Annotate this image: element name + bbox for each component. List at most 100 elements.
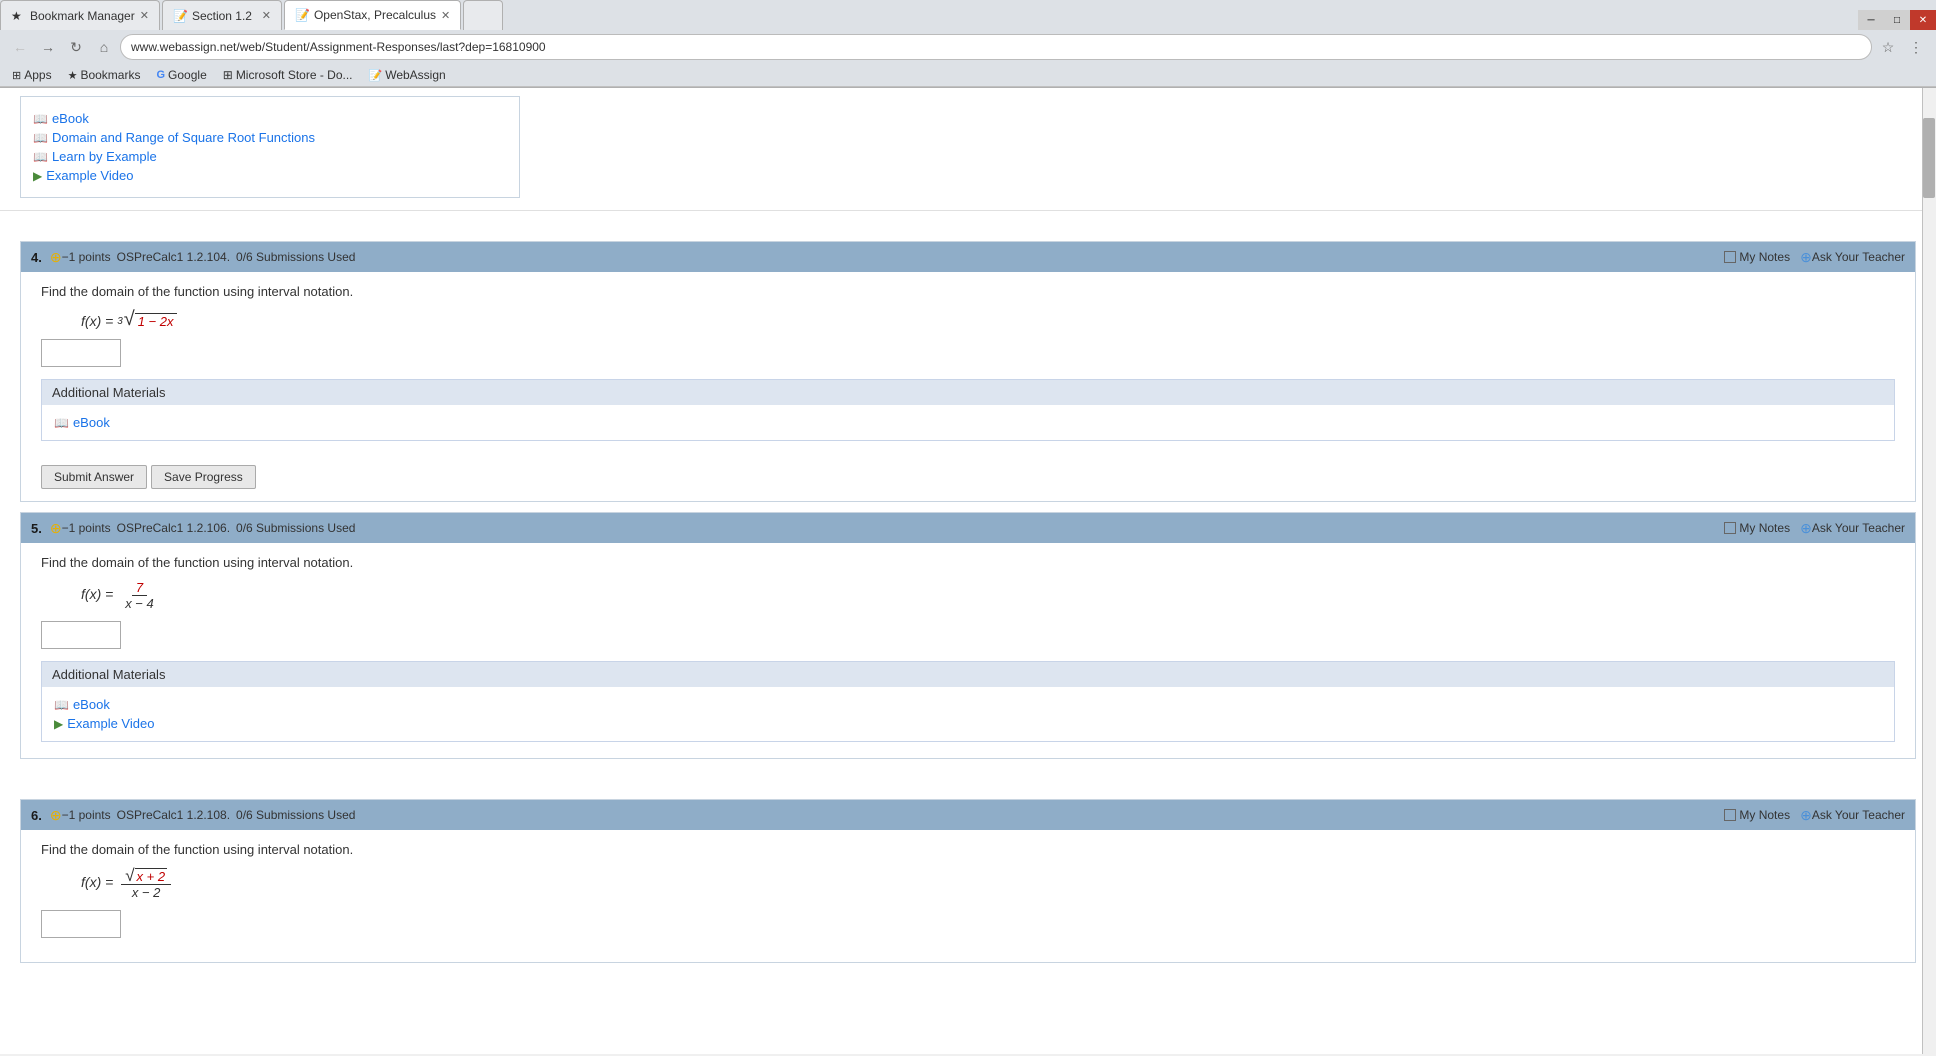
tab-openstax[interactable]: 📝 OpenStax, Precalculus ✕ [284,0,461,30]
problem-5-video-link[interactable]: Example Video [67,716,154,731]
tab-close-openstax[interactable]: ✕ [441,9,450,22]
problem-4-answer-input[interactable] [41,339,121,367]
example-video-top-link[interactable]: ▶ Example Video [33,168,507,183]
bookmark-google-label: Google [168,68,207,82]
problem-4-code: OSPreCalc1 1.2.104. [117,250,230,264]
address-bar-row: ← → ↻ ⌂ ☆ ⋮ [0,30,1936,64]
learn-by-example-label: Learn by Example [52,149,157,164]
bookmark-google[interactable]: G Google [152,66,210,84]
problem-6-instruction: Find the domain of the function using in… [41,842,1895,857]
problem-6-notes-label: My Notes [1739,808,1790,822]
browser-chrome: ★ Bookmark Manager ✕ 📝 Section 1.2 ✕ 📝 O… [0,0,1936,88]
tab-section[interactable]: 📝 Section 1.2 ✕ [162,0,282,30]
problem-5-answer-input[interactable] [41,621,121,649]
problem-6-number: 6. [31,808,42,823]
problem-5-container: 5. ⊕ −1 points OSPreCalc1 1.2.106. 0/6 S… [20,512,1916,759]
problem-4-submit-button[interactable]: Submit Answer [41,465,147,489]
problem-6-formula: f(x) = √x + 2 x − 2 [81,867,1895,900]
window-controls: ─ □ ✕ [1858,10,1936,30]
problem-6-points-icon: ⊕ [50,807,62,824]
bookmark-webassign[interactable]: 📝 WebAssign [365,66,450,84]
problem-4-notes-label: My Notes [1739,250,1790,264]
problem-5-my-notes-button[interactable]: My Notes [1724,521,1790,535]
problem-5-body: Find the domain of the function using in… [21,543,1915,758]
tab-favicon-openstax: 📝 [295,8,309,22]
notes-checkbox-4 [1724,251,1736,263]
refresh-button[interactable]: ↻ [64,35,88,59]
problem-4-submissions: 0/6 Submissions Used [236,250,355,264]
forward-button[interactable]: → [36,35,60,59]
menu-button[interactable]: ⋮ [1904,35,1928,59]
problem-6-answer-input[interactable] [41,910,121,938]
google-icon: G [156,69,165,81]
video-icon-top: ▶ [33,169,42,183]
example-video-top-label: Example Video [46,168,133,183]
problem-4-my-notes-button[interactable]: My Notes [1724,250,1790,264]
bookmarks-bar: ⊞ Apps ★ Bookmarks G Google ⊞ Microsoft … [0,64,1936,87]
problem-5-materials-body: 📖 eBook ▶ Example Video [42,687,1894,741]
problem-4-ask-teacher-button[interactable]: Ask Your Teacher [1812,250,1905,264]
problem-4-materials-header: Additional Materials [42,380,1894,405]
tab-close-section[interactable]: ✕ [262,9,271,22]
problem-5-code: OSPreCalc1 1.2.106. [117,521,230,535]
problem-5-additional-materials: Additional Materials 📖 eBook ▶ Example V… [41,661,1895,742]
notes-checkbox-6 [1724,809,1736,821]
learn-book-icon: 📖 [33,150,48,164]
problem-6-submissions: 0/6 Submissions Used [236,808,355,822]
address-bar-input[interactable] [120,34,1872,60]
problem-5-video-label: Example Video [67,716,154,731]
problem-4-save-button[interactable]: Save Progress [151,465,256,489]
home-button[interactable]: ⌂ [92,35,116,59]
problem-5-ebook-link[interactable]: eBook [73,697,110,712]
scrollbar-thumb[interactable] [1923,118,1935,198]
scrollbar-track [1922,88,1936,1054]
problem-4-formula: f(x) = 3√1 − 2x [81,309,1895,329]
domain-range-link[interactable]: 📖 Domain and Range of Square Root Functi… [33,130,507,145]
problem-4-points-icon: ⊕ [50,249,62,266]
bookmark-bookmarks-label: Bookmarks [80,68,140,82]
ebook-top-link[interactable]: 📖 eBook [33,111,507,126]
bookmark-apps[interactable]: ⊞ Apps [8,66,56,84]
problem-5-ask-teacher-button[interactable]: Ask Your Teacher [1812,521,1905,535]
spacer-2 [0,769,1936,789]
problem-4-instruction: Find the domain of the function using in… [41,284,1895,299]
problem-6-points: −1 points [62,808,111,822]
bookmark-star-button[interactable]: ☆ [1876,35,1900,59]
domain-range-book-icon: 📖 [33,131,48,145]
bookmark-apps-label: Apps [24,68,51,82]
window-minimize-button[interactable]: ─ [1858,10,1884,30]
problem-5-number: 5. [31,521,42,536]
problem-5-points-icon: ⊕ [50,520,62,537]
problem-6-my-notes-button[interactable]: My Notes [1724,808,1790,822]
problem-4-submit-row: Submit Answer Save Progress [21,457,1915,501]
p4-book-icon: 📖 [54,416,69,430]
top-resource-list: 📖 eBook 📖 Domain and Range of Square Roo… [33,105,507,189]
bookmark-microsoft[interactable]: ⊞ Microsoft Store - Do... [219,66,357,84]
tab-new[interactable] [463,0,503,30]
microsoft-icon: ⊞ [223,68,233,82]
p5-book-icon: 📖 [54,698,69,712]
spacer-1 [0,211,1936,231]
problem-5-header: 5. ⊕ −1 points OSPreCalc1 1.2.106. 0/6 S… [21,513,1915,543]
learn-by-example-link[interactable]: 📖 Learn by Example [33,149,507,164]
bookmark-bookmarks[interactable]: ★ Bookmarks [64,66,145,84]
window-restore-button[interactable]: □ [1884,10,1910,30]
window-close-button[interactable]: ✕ [1910,10,1936,30]
problem-6-ask-teacher-button[interactable]: Ask Your Teacher [1812,808,1905,822]
problem-5-notes-label: My Notes [1739,521,1790,535]
problem-4-ebook-label: eBook [73,415,110,430]
bookmark-microsoft-label: Microsoft Store - Do... [236,68,353,82]
tab-bookmark-manager[interactable]: ★ Bookmark Manager ✕ [0,0,160,30]
problem-4-ebook-row: 📖 eBook [54,413,1882,432]
p5-video-icon: ▶ [54,717,63,731]
tab-favicon-bookmark: ★ [11,9,25,23]
problem-4-points: −1 points [62,250,111,264]
resource-example-video-top: ▶ Example Video [33,166,507,185]
problem-4-body: Find the domain of the function using in… [21,272,1915,457]
back-button[interactable]: ← [8,35,32,59]
bookmark-webassign-label: WebAssign [385,68,445,82]
problem-4-ebook-link[interactable]: eBook [73,415,110,430]
tab-close-bookmark[interactable]: ✕ [140,9,149,22]
resource-learn-by-example: 📖 Learn by Example [33,147,507,166]
problem-4-container: 4. ⊕ −1 points OSPreCalc1 1.2.104. 0/6 S… [20,241,1916,502]
